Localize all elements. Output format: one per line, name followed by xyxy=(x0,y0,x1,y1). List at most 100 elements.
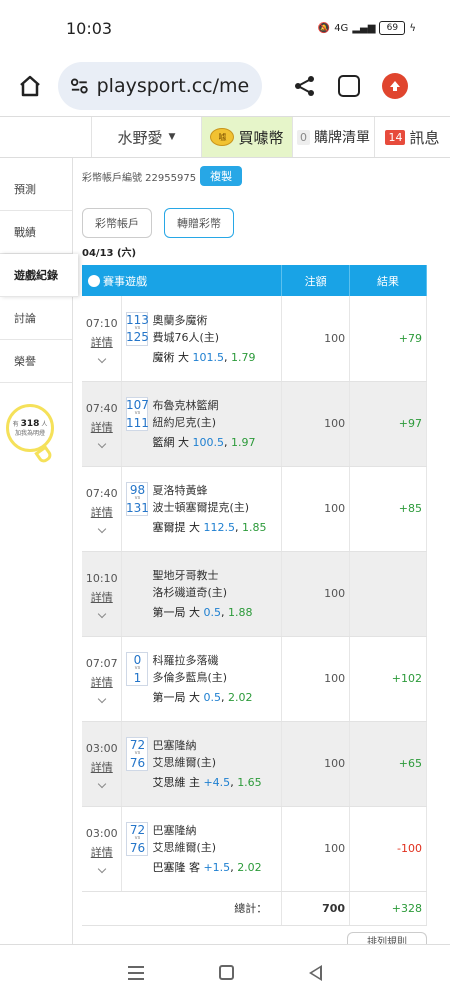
messages-label: 訊息 xyxy=(409,128,440,147)
user-menu[interactable]: 水野愛 ▼ xyxy=(92,117,202,157)
back-icon[interactable] xyxy=(309,964,323,981)
game-time: 07:07 xyxy=(85,657,118,670)
total-row: 總計： 700 +328 xyxy=(82,891,427,926)
away-team: 聖地牙哥教士 xyxy=(152,569,219,582)
pick-label: 第一局 大 xyxy=(152,691,200,705)
sidebar-item-honor[interactable]: 榮譽 xyxy=(0,340,72,383)
details-link[interactable]: 詳情 xyxy=(82,334,121,350)
home-nav-icon[interactable] xyxy=(218,965,234,980)
result-cell: -100 xyxy=(349,806,427,892)
chevron-down-icon[interactable] xyxy=(97,439,106,449)
pick-line: 0.5 xyxy=(203,691,221,705)
amount-cell: 100 xyxy=(281,636,351,722)
address-bar[interactable]: playsport.cc/men xyxy=(58,62,262,110)
pick-odds: 2.02 xyxy=(237,861,262,875)
upload-icon[interactable] xyxy=(382,73,408,99)
table-row: 07:40 詳情 98 vs 131 夏洛特黃蜂 波士頓塞爾提克(主) 塞爾提 … xyxy=(82,466,427,552)
table-row: 07:40 詳情 107 vs 111 布魯克林籃網 紐約尼克(主) 籃網 大 … xyxy=(82,381,427,467)
messages-button[interactable]: 14 訊息 xyxy=(375,117,450,157)
home-number: 76 xyxy=(129,755,146,770)
cart-button[interactable]: 0 購牌清單 xyxy=(293,117,375,157)
tab-coin-account[interactable]: 彩幣帳戶 xyxy=(82,208,152,238)
pick: 第一局 大 0.5, 1.88 xyxy=(152,606,253,619)
game-time: 07:10 xyxy=(85,316,118,330)
chevron-down-icon[interactable] xyxy=(97,524,106,534)
lightbulb-follow-badge[interactable]: 有 318 人 加我為明燈 xyxy=(6,404,54,452)
away-team: 夏洛特黃蜂 xyxy=(152,483,208,497)
team-numbers: 72 vs 76 xyxy=(126,821,149,857)
network-label: 4G xyxy=(334,22,349,34)
details-link[interactable]: 詳情 xyxy=(82,674,121,690)
share-icon[interactable] xyxy=(294,75,316,97)
chevron-down-icon[interactable] xyxy=(97,609,106,619)
amount-cell: 100 xyxy=(281,466,351,552)
details-link[interactable]: 詳情 xyxy=(82,589,121,605)
game-time: 07:40 xyxy=(85,402,118,415)
game-time: 07:40 xyxy=(85,487,118,500)
home-button[interactable] xyxy=(14,70,46,102)
sidebar-item-discussion[interactable]: 討論 xyxy=(0,297,72,340)
game-cell: 72 vs 76 巴塞隆納 艾思維爾(主) 巴塞隆 客 +1.5, 2.02 xyxy=(121,806,283,892)
sidebar-item-record[interactable]: 戰績 xyxy=(0,211,72,254)
sidebar-item-predict[interactable]: 預測 xyxy=(0,168,72,211)
battery-icon: 69 xyxy=(379,21,406,35)
row-meta: 07:10 詳情 xyxy=(82,296,123,382)
header-amount: 注額 xyxy=(281,265,351,296)
table-row: 07:10 詳情 113 vs 125 奧蘭多魔術 費城76人(主) 魔術 大 … xyxy=(82,296,427,382)
team-numbers: 72 vs 76 xyxy=(126,736,149,772)
table-row: 07:07 詳情 0 vs 1 科羅拉多落磯 多倫多藍鳥(主) 第一局 大 0.… xyxy=(82,636,427,722)
pick-label: 魔術 大 xyxy=(152,350,189,364)
game-time: 03:00 xyxy=(85,827,118,840)
game-cell: 113 vs 125 奧蘭多魔術 費城76人(主) 魔術 大 101.5, 1.… xyxy=(121,296,283,382)
browser-toolbar: playsport.cc/men xyxy=(0,56,450,116)
sub-tabs: 彩幣帳戶 轉贈彩幣 xyxy=(82,208,450,238)
home-number: 1 xyxy=(133,670,142,685)
pick-line: 112.5 xyxy=(203,521,235,535)
status-time: 10:03 xyxy=(66,18,113,38)
pick-odds: 2.02 xyxy=(227,691,253,705)
system-nav-bar xyxy=(0,944,450,1000)
buy-coin-label: 買噱幣 xyxy=(238,128,284,147)
charging-icon: ϟ xyxy=(409,22,416,34)
tab-transfer-coin[interactable]: 轉贈彩幣 xyxy=(164,208,234,238)
away-team: 巴塞隆納 xyxy=(152,823,197,837)
result-cell: +79 xyxy=(349,296,427,382)
cart-label: 購牌清單 xyxy=(314,130,370,146)
mute-icon: 🔕 xyxy=(317,22,331,34)
away-team: 奧蘭多魔術 xyxy=(152,313,208,327)
chevron-down-icon[interactable] xyxy=(97,354,106,363)
team-numbers xyxy=(126,567,148,601)
away-team: 巴塞隆納 xyxy=(152,738,197,752)
pick-label: 塞爾提 大 xyxy=(152,521,200,535)
details-link[interactable]: 詳情 xyxy=(82,844,121,860)
database-icon xyxy=(88,274,100,287)
date-label: 04/13 (六) xyxy=(82,248,137,259)
caret-down-icon: ▼ xyxy=(168,132,176,142)
result-cell: +102 xyxy=(349,636,427,722)
chevron-down-icon[interactable] xyxy=(97,779,106,789)
sidebar-item-game-log[interactable]: 遊戲紀錄 xyxy=(0,254,78,297)
table-row: 03:00 詳情 72 vs 76 巴塞隆納 艾思維爾(主) 艾思維 主 +4.… xyxy=(82,721,427,807)
home-team: 紐約尼克(主) xyxy=(152,415,217,429)
total-result: +328 xyxy=(349,891,427,926)
account-number: 彩幣帳戶編號 22955975 xyxy=(82,172,197,184)
team-numbers: 98 vs 131 xyxy=(126,481,149,517)
amount-cell: 100 xyxy=(281,551,351,637)
amount-cell: 100 xyxy=(281,296,351,382)
details-link[interactable]: 詳情 xyxy=(82,504,121,520)
tabs-button[interactable] xyxy=(338,75,360,97)
details-link[interactable]: 詳情 xyxy=(82,759,121,775)
recents-icon[interactable] xyxy=(127,965,144,980)
copy-button[interactable]: 複製 xyxy=(200,166,243,186)
follow-text: 加我為明燈 xyxy=(14,429,45,437)
details-link[interactable]: 詳情 xyxy=(82,419,121,435)
chevron-down-icon[interactable] xyxy=(97,694,106,704)
account-line: 彩幣帳戶編號 22955975 複製 xyxy=(82,166,450,186)
home-number: 76 xyxy=(129,840,146,855)
pick-label: 巴塞隆 客 xyxy=(152,861,200,875)
buy-coin-button[interactable]: 噱 買噱幣 xyxy=(202,117,293,157)
chevron-down-icon[interactable] xyxy=(97,864,106,874)
pick: 巴塞隆 客 +1.5, 2.02 xyxy=(152,861,262,875)
status-icons: 🔕 4G ▂▄▆ 69 ϟ xyxy=(318,21,416,35)
url-text: playsport.cc/men xyxy=(96,75,250,97)
